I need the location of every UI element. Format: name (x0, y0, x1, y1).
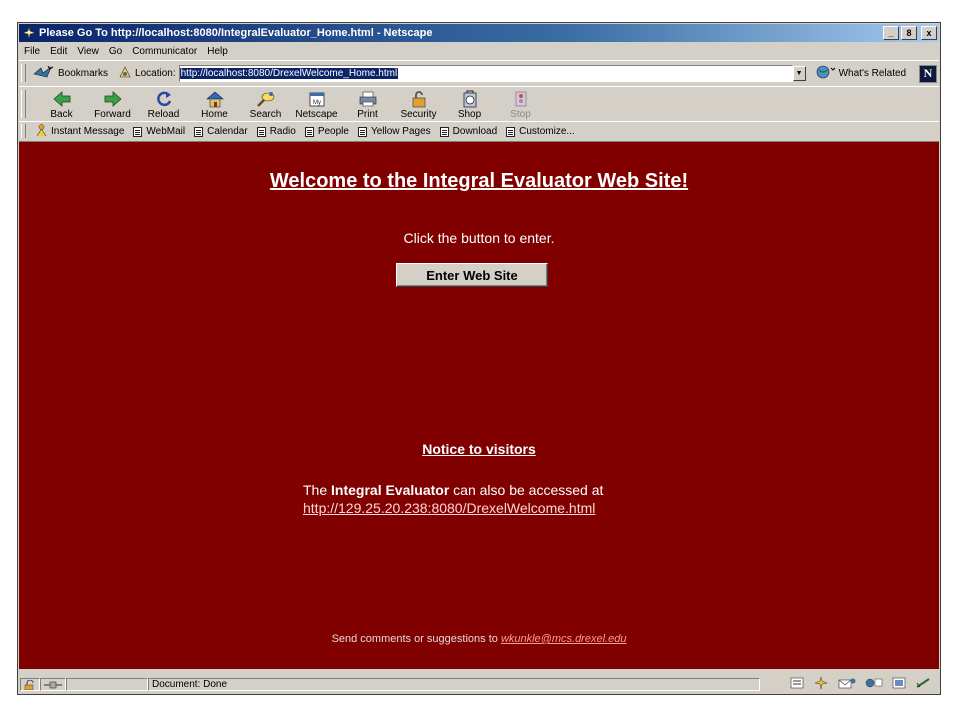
home-icon (204, 89, 226, 109)
menu-go[interactable]: Go (104, 46, 127, 57)
bookmark-page-icon (439, 126, 449, 137)
click-instruction: Click the button to enter. (403, 230, 555, 246)
whats-related-label: What's Related (838, 68, 907, 79)
webmail-link[interactable]: WebMail (133, 126, 185, 137)
security-status-icon[interactable] (20, 678, 40, 691)
toolbar-grip[interactable] (21, 90, 26, 118)
netscape-app-icon (22, 26, 36, 40)
yellow-pages-link[interactable]: Yellow Pages (357, 126, 431, 137)
location-toolbar: Bookmarks Location: http://localhost:808… (19, 60, 939, 87)
home-button[interactable]: Home (189, 89, 240, 121)
email-link[interactable]: wkunkle@mcs.drexel.edu (501, 633, 627, 645)
whats-related-button[interactable]: What's Related (816, 65, 907, 82)
close-button[interactable]: x (921, 26, 937, 40)
location-icon[interactable] (118, 65, 132, 82)
toolbar-grip[interactable] (21, 124, 26, 138)
access-bold: Integral Evaluator (331, 482, 450, 498)
access-suffix: can also be accessed at (449, 482, 604, 498)
shop-button[interactable]: Shop (444, 89, 495, 121)
composer-icon[interactable] (892, 677, 906, 692)
forward-button[interactable]: Forward (87, 89, 138, 121)
calendar-link[interactable]: Calendar (194, 126, 248, 137)
menu-file[interactable]: File (19, 46, 45, 57)
alternate-url-link[interactable]: http://129.25.20.238:8080/DrexelWelcome.… (303, 500, 595, 516)
netscape-logo[interactable]: N (919, 64, 937, 83)
notice-heading: Notice to visitors (422, 441, 536, 457)
browser-window: Please Go To http://localhost:8080/Integ… (17, 22, 941, 695)
progress-meter (66, 678, 148, 691)
menu-communicator[interactable]: Communicator (127, 46, 202, 57)
whats-related-icon (816, 65, 836, 82)
radio-link[interactable]: Radio (256, 126, 296, 137)
maximize-button[interactable]: 8 (901, 26, 917, 40)
menu-help[interactable]: Help (202, 46, 233, 57)
personal-toolbar: Instant Message WebMail Calendar Radio P… (19, 121, 939, 142)
bookmark-page-icon (194, 126, 204, 137)
status-text: Document: Done (148, 678, 760, 691)
bookmarks-icon (33, 65, 55, 82)
reload-icon (153, 89, 175, 109)
address-book-icon[interactable] (915, 677, 933, 692)
minimize-button[interactable]: _ (883, 26, 899, 40)
security-button[interactable]: Security (393, 89, 444, 121)
page-content: Welcome to the Integral Evaluator Web Si… (19, 142, 939, 669)
bookmark-page-icon (506, 126, 516, 137)
bookmark-page-icon (304, 126, 314, 137)
comments-footer: Send comments or suggestions to wkunkle@… (19, 633, 939, 645)
url-input[interactable]: http://localhost:8080/DrexelWelcome_Home… (178, 65, 793, 82)
bookmarks-button[interactable]: Bookmarks (33, 65, 108, 82)
url-text: http://localhost:8080/DrexelWelcome_Home… (179, 68, 399, 79)
netscape-button[interactable]: My Netscape (291, 89, 342, 121)
page-title: Welcome to the Integral Evaluator Web Si… (269, 170, 689, 192)
location-label: Location: (135, 68, 176, 79)
menu-edit[interactable]: Edit (45, 46, 72, 57)
bookmark-page-icon (357, 126, 367, 137)
lock-icon (408, 89, 430, 109)
access-notice: The Integral Evaluator can also be acces… (303, 481, 603, 517)
bookmarks-label: Bookmarks (58, 68, 109, 79)
access-prefix: The (303, 482, 332, 498)
comments-prefix: Send comments or suggestions to (331, 633, 501, 645)
reload-button[interactable]: Reload (138, 89, 189, 121)
back-arrow-icon (51, 89, 73, 109)
url-history-dropdown[interactable]: ▼ (792, 66, 806, 81)
instant-message-link[interactable]: Instant Message (36, 124, 124, 139)
shop-icon (459, 89, 481, 109)
menu-bar: File Edit View Go Communicator Help (19, 43, 939, 59)
bookmark-page-icon (256, 126, 266, 137)
connection-icon (40, 678, 66, 691)
component-bar (790, 676, 933, 692)
navigation-toolbar: Back Forward Reload Home Search My Netsc… (19, 86, 939, 122)
netscape-icon: My (306, 89, 328, 109)
menu-view[interactable]: View (72, 46, 104, 57)
instant-message-icon (36, 124, 47, 139)
download-link[interactable]: Download (439, 126, 497, 137)
mail-icon[interactable] (838, 677, 856, 692)
back-button[interactable]: Back (36, 89, 87, 121)
instant-message-status-icon[interactable] (865, 677, 883, 692)
status-bar: Document: Done (19, 676, 939, 693)
bookmark-page-icon (133, 126, 143, 137)
people-link[interactable]: People (304, 126, 349, 137)
navigator-icon[interactable] (790, 677, 804, 692)
toolbar-grip[interactable] (21, 64, 26, 82)
title-bar[interactable]: Please Go To http://localhost:8080/Integ… (19, 24, 939, 42)
print-button[interactable]: Print (342, 89, 393, 121)
netscape-star-icon[interactable] (813, 676, 829, 692)
search-icon (255, 89, 277, 109)
customize-link[interactable]: Customize... (506, 126, 575, 137)
window-title: Please Go To http://localhost:8080/Integ… (39, 27, 433, 39)
enter-web-site-button[interactable]: Enter Web Site (396, 263, 548, 287)
forward-arrow-icon (102, 89, 124, 109)
stop-icon (510, 89, 532, 109)
print-icon (357, 89, 379, 109)
search-button[interactable]: Search (240, 89, 291, 121)
stop-button[interactable]: Stop (495, 89, 546, 121)
svg-text:My: My (313, 100, 321, 106)
